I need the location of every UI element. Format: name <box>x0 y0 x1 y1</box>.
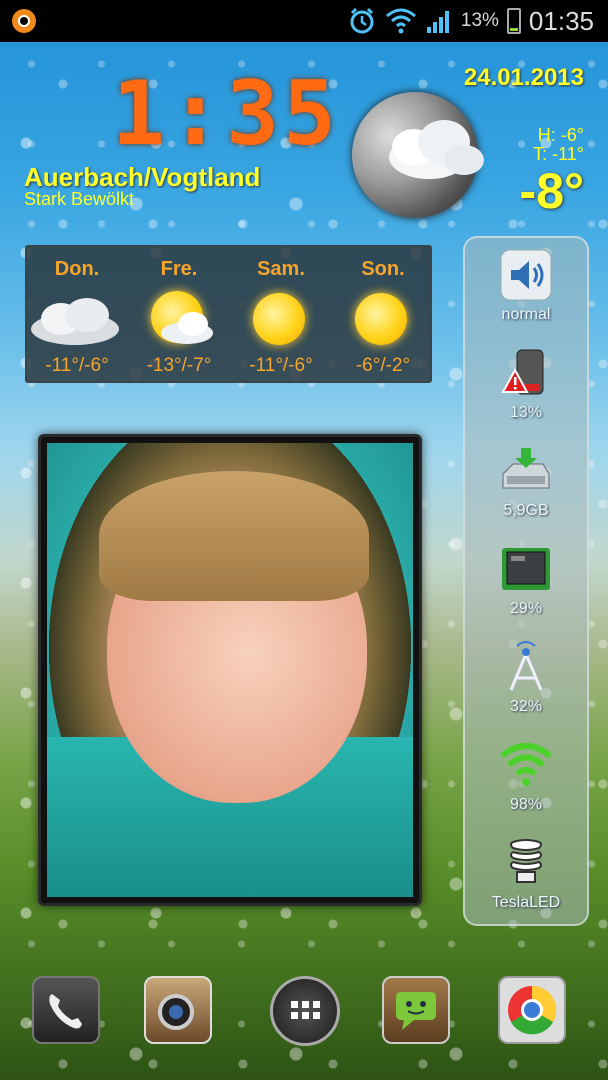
weather-high: H: -6° <box>537 125 584 145</box>
storage-icon <box>499 444 553 498</box>
forecast-day-3: Son. -6°/-2° <box>333 247 433 377</box>
panel-label: 98% <box>509 796 543 813</box>
battery-icon <box>506 8 521 34</box>
app-notification-icon <box>12 9 36 33</box>
weather-condition: Stark Bewölkt <box>24 189 135 209</box>
panel-item-wifi[interactable]: 98% <box>465 738 587 814</box>
forecast-day-name: Sam. <box>257 258 305 280</box>
forecast-day-1: Fre. -13°/-7° <box>129 247 229 377</box>
cpu-icon <box>499 542 553 596</box>
forecast-temps: -6°/-2° <box>355 355 411 376</box>
forecast-day-0: Don. -11°/-6° <box>27 247 127 377</box>
panel-item-volume[interactable]: normal <box>465 248 587 324</box>
battery-warning-icon <box>499 346 553 400</box>
forecast-temps: -11°/-6° <box>249 355 313 376</box>
child-photo <box>47 443 413 897</box>
panel-label: 13% <box>509 404 543 421</box>
app-drawer-icon[interactable] <box>270 976 340 1046</box>
forecast-day-name: Son. <box>361 258 405 280</box>
antenna-icon <box>499 640 553 694</box>
panel-label: 29% <box>509 600 543 617</box>
bulb-icon <box>499 836 553 890</box>
status-time: 01:35 <box>528 5 594 36</box>
cloud-icon <box>27 289 127 349</box>
signal-icon <box>426 11 449 33</box>
wifi-icon <box>499 738 553 792</box>
panel-label: 32% <box>509 698 543 715</box>
dock <box>0 968 608 1068</box>
alarm-icon <box>350 7 374 34</box>
system-status-panel: normal 13% 5,9GB 29% 32% 98% TeslaLED <box>463 236 589 926</box>
forecast-temps: -11°/-6° <box>45 355 109 376</box>
panel-label: TeslaLED <box>491 894 561 911</box>
moon-cloud-icon <box>352 92 484 218</box>
panel-label: 5,9GB <box>503 502 549 519</box>
speaker-icon <box>499 248 553 302</box>
panel-item-signal[interactable]: 32% <box>465 640 587 716</box>
forecast-day-name: Don. <box>54 258 100 280</box>
panel-item-flashlight[interactable]: TeslaLED <box>465 836 587 912</box>
panel-item-battery[interactable]: 13% <box>465 346 587 422</box>
camera-icon[interactable] <box>144 976 212 1044</box>
weather-hilo: H: -6° T: -11° <box>533 126 584 164</box>
sun-icon <box>231 289 331 349</box>
phone-icon[interactable] <box>32 976 100 1044</box>
forecast-temps: -13°/-7° <box>146 355 212 376</box>
forecast-day-2: Sam. -11°/-6° <box>231 247 331 377</box>
forecast-widget[interactable]: Don. -11°/-6° Fre. -13°/-7° Sam. -11°/-6… <box>25 245 432 383</box>
forecast-day-name: Fre. <box>160 258 198 280</box>
sun-icon <box>333 289 433 349</box>
panel-label: normal <box>501 306 551 323</box>
battery-percent: 13% <box>460 10 499 31</box>
clock-widget-date: 24.01.2013 <box>463 64 584 91</box>
panel-item-storage[interactable]: 5,9GB <box>465 444 587 520</box>
status-bar[interactable]: 13% 01:35 <box>0 0 608 42</box>
wifi-icon <box>385 8 416 34</box>
messaging-icon[interactable] <box>382 976 450 1044</box>
sun-cloud-icon <box>129 289 229 349</box>
chrome-icon[interactable] <box>498 976 566 1044</box>
current-temperature: -8° <box>519 163 584 219</box>
panel-item-cpu[interactable]: 29% <box>465 542 587 618</box>
clock-widget-time[interactable]: 1:35 <box>112 62 340 165</box>
photo-frame-widget[interactable] <box>38 434 422 906</box>
